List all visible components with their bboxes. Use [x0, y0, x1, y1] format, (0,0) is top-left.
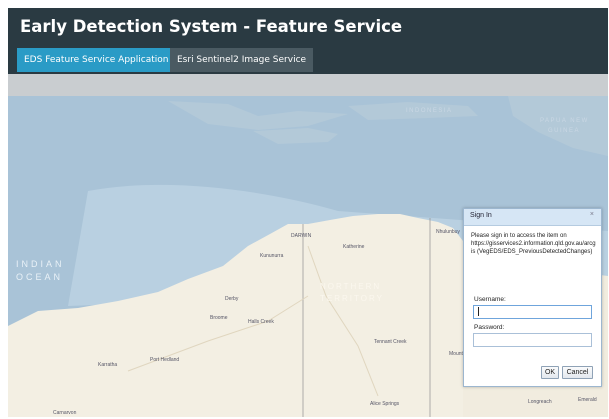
island-landmass	[168, 101, 348, 130]
cancel-button[interactable]: Cancel	[562, 366, 593, 379]
dialog-message: Please sign in to access the item on htt…	[471, 233, 596, 255]
island-landmass	[348, 102, 478, 120]
map-toolbar-strip	[8, 74, 608, 96]
new-guinea-landmass	[508, 96, 608, 156]
app-header: Early Detection System - Feature Service…	[8, 8, 608, 74]
dialog-title: Sign In	[470, 212, 492, 219]
tab-eds-feature-service[interactable]: EDS Feature Service Application	[17, 48, 176, 72]
username-field-wrap	[473, 305, 592, 319]
close-icon[interactable]: ×	[590, 211, 594, 218]
ok-button[interactable]: OK	[541, 366, 559, 379]
username-field[interactable]	[473, 305, 592, 319]
dialog-titlebar[interactable]: Sign In ×	[464, 209, 601, 226]
password-label: Password:	[474, 324, 505, 331]
username-label: Username:	[474, 296, 506, 303]
tab-esri-sentinel2[interactable]: Esri Sentinel2 Image Service	[170, 48, 314, 72]
app-title: Early Detection System - Feature Service	[20, 17, 403, 36]
app-frame: Early Detection System - Feature Service…	[8, 8, 608, 417]
island-landmass	[253, 128, 338, 144]
text-caret	[478, 307, 479, 316]
password-field[interactable]	[473, 333, 592, 347]
sign-in-dialog: Sign In × Please sign in to access the i…	[463, 208, 602, 387]
